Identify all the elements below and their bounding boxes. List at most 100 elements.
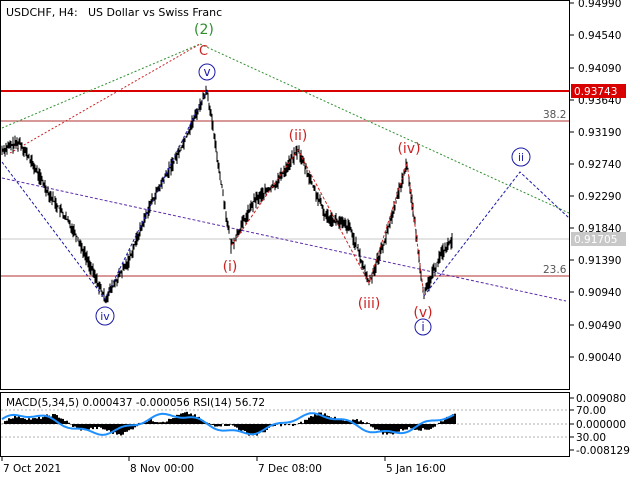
- macd-bar: [226, 424, 228, 427]
- symbol-description: US Dollar vs Swiss Franc: [88, 6, 222, 19]
- macd-bar: [28, 418, 30, 424]
- macd-bar: [372, 424, 374, 428]
- macd-bar: [408, 424, 410, 428]
- price-tick: 0.90490: [570, 320, 621, 332]
- indicator-tick: 0.000000: [570, 419, 626, 431]
- macd-bar: [34, 418, 36, 424]
- macd-bar: [428, 424, 430, 430]
- macd-bar: [432, 424, 434, 428]
- svg-text:0.92290: 0.92290: [578, 191, 621, 203]
- macd-bar: [94, 424, 96, 427]
- main-pane[interactable]: [0, 0, 570, 390]
- price-tick: 0.94990: [570, 0, 621, 10]
- svg-text:8 Nov 00:00: 8 Nov 00:00: [130, 463, 194, 475]
- macd-bar: [220, 424, 222, 427]
- macd-bar: [370, 424, 372, 427]
- macd-bar: [102, 424, 104, 430]
- svg-text:30.00: 30.00: [576, 432, 606, 444]
- indicator-title: MACD(5,34,5) 0.000437 -0.000056 RSI(14) …: [6, 397, 265, 409]
- macd-bar: [236, 424, 238, 428]
- price-tick: 0.94090: [570, 63, 621, 75]
- macd-bar: [98, 424, 100, 427]
- macd-bar: [168, 418, 170, 424]
- macd-bar: [298, 423, 300, 424]
- price-tick: 0.90940: [570, 287, 621, 299]
- macd-bar: [156, 422, 158, 424]
- macd-bar: [72, 424, 74, 427]
- svg-text:0.90940: 0.90940: [578, 287, 621, 299]
- macd-bar: [154, 421, 156, 424]
- macd-bar: [396, 424, 398, 432]
- macd-bar: [88, 424, 90, 430]
- svg-text:0.009080: 0.009080: [576, 393, 626, 405]
- macd-bar: [160, 422, 162, 424]
- macd-bar: [100, 424, 102, 428]
- macd-bar: [4, 421, 6, 424]
- macd-bar: [358, 421, 360, 424]
- svg-text:7 Oct 2021: 7 Oct 2021: [3, 463, 61, 475]
- svg-text:5 Jan 16:00: 5 Jan 16:00: [386, 463, 446, 475]
- macd-bar: [242, 424, 244, 431]
- macd-bar: [106, 424, 108, 431]
- macd-bar: [440, 421, 442, 424]
- macd-bar: [288, 424, 290, 426]
- macd-bar: [430, 424, 432, 429]
- macd-bar: [438, 422, 440, 424]
- macd-bar: [108, 424, 110, 431]
- macd-bar: [96, 424, 98, 430]
- macd-bar: [12, 418, 14, 424]
- macd-bar: [368, 423, 370, 424]
- macd-bar: [312, 416, 314, 424]
- macd-bar: [38, 416, 40, 424]
- macd-bar: [178, 414, 180, 424]
- macd-bar: [20, 418, 22, 424]
- macd-bar: [230, 424, 232, 425]
- macd-bar: [304, 419, 306, 424]
- svg-text:0.94540: 0.94540: [578, 30, 621, 42]
- svg-text:0.94090: 0.94090: [578, 63, 621, 75]
- macd-bar: [340, 419, 342, 424]
- macd-bar: [410, 424, 412, 429]
- macd-bar: [244, 424, 246, 431]
- time-tick: 5 Jan 16:00: [384, 457, 446, 475]
- macd-bar: [302, 423, 304, 424]
- macd-bar: [174, 418, 176, 424]
- svg-text:0.91390: 0.91390: [578, 255, 621, 267]
- indicator-tick: 70.00: [570, 405, 606, 417]
- macd-bar: [164, 422, 166, 424]
- symbol-label: USDCHF, H4:: [6, 6, 78, 19]
- current-price-badge: 0.91705: [571, 232, 626, 246]
- macd-bar: [74, 424, 76, 427]
- macd-bar: [8, 418, 10, 424]
- macd-bar: [398, 424, 400, 432]
- macd-bar: [404, 424, 406, 430]
- macd-bar: [92, 424, 94, 430]
- macd-bar: [30, 419, 32, 424]
- macd-bar: [228, 424, 230, 426]
- macd-bar: [62, 418, 64, 424]
- macd-bar: [210, 424, 212, 425]
- macd-bar: [356, 419, 358, 424]
- macd-bar: [306, 419, 308, 424]
- price-tick: 0.93190: [570, 127, 621, 139]
- macd-bar: [400, 424, 402, 430]
- macd-bar: [22, 418, 24, 424]
- macd-bar: [376, 424, 378, 430]
- macd-bar: [406, 424, 408, 430]
- chart-canvas[interactable]: USDCHF, H4: US Dollar vs Swiss Franc 0.9…: [0, 0, 640, 480]
- indicator-tick: -0.008129: [570, 445, 630, 457]
- macd-bar: [334, 416, 336, 424]
- macd-bar: [314, 413, 316, 424]
- macd-bar: [378, 424, 380, 430]
- macd-bar: [104, 424, 106, 430]
- wave-ii-paren-label: (ii): [289, 128, 308, 144]
- indicator-tick: 30.00: [570, 432, 606, 444]
- time-tick: 7 Oct 2021: [1, 457, 61, 475]
- macd-bar: [32, 418, 34, 424]
- price-tick: 0.94540: [570, 30, 621, 42]
- macd-bar: [224, 424, 226, 426]
- price-tick: 0.90040: [570, 352, 621, 364]
- macd-bar: [16, 417, 18, 424]
- svg-text:0.93743: 0.93743: [574, 86, 617, 98]
- macd-bar: [366, 422, 368, 424]
